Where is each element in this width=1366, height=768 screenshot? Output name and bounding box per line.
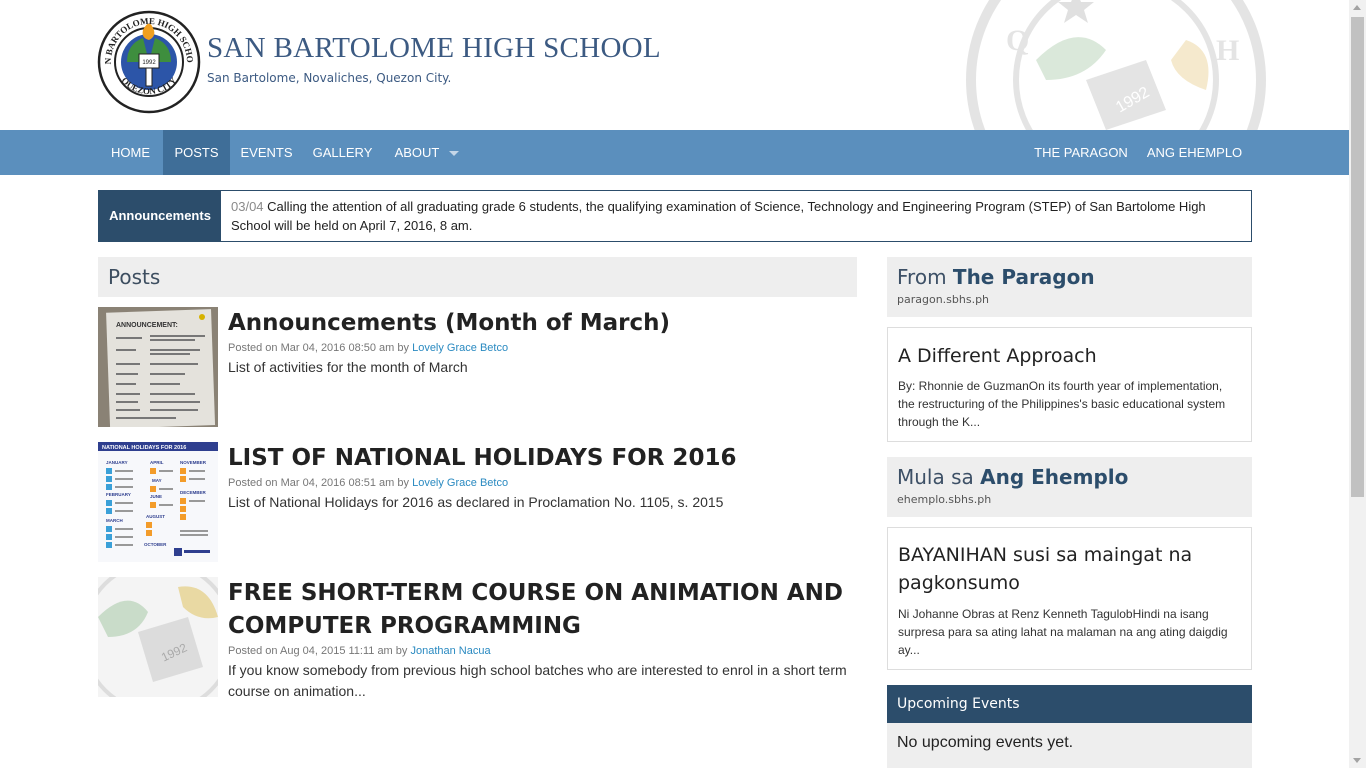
nav-the-paragon-label: THE PARAGON bbox=[1034, 145, 1128, 160]
paragon-article-card: A Different Approach By: Rhonnie de Guzm… bbox=[887, 327, 1252, 442]
post-meta: Posted on Mar 04, 2016 08:50 am by Lovel… bbox=[228, 342, 508, 354]
svg-text:FEBRUARY: FEBRUARY bbox=[106, 492, 131, 497]
chevron-down-icon bbox=[449, 151, 460, 157]
paragon-source-box: From The Paragon paragon.sbhs.ph bbox=[887, 257, 1252, 317]
site-title[interactable]: SAN BARTOLOME HIGH SCHOOL bbox=[207, 32, 661, 65]
nav-about-label: ABOUT bbox=[394, 145, 440, 160]
post-thumbnail[interactable]: ANNOUNCEMENT: bbox=[98, 307, 218, 427]
scroll-up-arrow-icon[interactable] bbox=[1353, 5, 1361, 10]
ehemplo-name: Ang Ehemplo bbox=[980, 465, 1129, 489]
post-author-link[interactable]: Jonathan Nacua bbox=[410, 645, 490, 657]
main-nav: HOME POSTS EVENTS GALLERY ABOUT THE PARA… bbox=[0, 130, 1349, 175]
post-thumbnail[interactable]: 1992 bbox=[98, 577, 218, 697]
svg-text:NATIONAL HOLIDAYS FOR 2016: NATIONAL HOLIDAYS FOR 2016 bbox=[102, 445, 186, 451]
paragon-name: The Paragon bbox=[952, 265, 1095, 289]
svg-text:NOVEMBER: NOVEMBER bbox=[180, 460, 207, 465]
nav-gallery-label: GALLERY bbox=[312, 145, 373, 160]
post-author-link[interactable]: Lovely Grace Betco bbox=[412, 477, 508, 489]
post-meta: Posted on Mar 04, 2016 08:51 am by Lovel… bbox=[228, 477, 508, 489]
svg-text:OCTOBER: OCTOBER bbox=[144, 542, 167, 547]
svg-text:H: H bbox=[1216, 34, 1239, 67]
nav-about[interactable]: ABOUT bbox=[382, 130, 472, 175]
svg-text:1992: 1992 bbox=[142, 60, 156, 66]
holiday-calendar-icon: NATIONAL HOLIDAYS FOR 2016 JANUARY FEBRU… bbox=[98, 442, 218, 562]
post-item: ANNOUNCEMENT: Announcements (Month of Ma… bbox=[98, 307, 857, 427]
post-author-link[interactable]: Lovely Grace Betco bbox=[412, 342, 508, 354]
nav-posts-label: POSTS bbox=[174, 145, 219, 160]
posts-section-header: Posts bbox=[98, 257, 857, 297]
nav-ang-ehemplo[interactable]: ANG EHEMPLO bbox=[1137, 130, 1252, 175]
announcement-label: Announcements bbox=[99, 191, 221, 241]
upcoming-events-heading: Upcoming Events bbox=[897, 696, 1020, 712]
page-scrollbar[interactable] bbox=[1349, 0, 1366, 768]
svg-text:MARCH: MARCH bbox=[106, 518, 123, 523]
ehemplo-prefix: Mula sa bbox=[897, 465, 974, 489]
site-header: Q H 1992 1992 SAN BARTOLOME HIGH SCHOOL … bbox=[0, 0, 1349, 130]
nav-ang-ehemplo-label: ANG EHEMPLO bbox=[1146, 145, 1243, 160]
paragon-prefix: From bbox=[897, 265, 947, 289]
post-item: 1992 FREE SHORT-TERM COURSE ON ANIMATION… bbox=[98, 577, 857, 707]
nav-posts[interactable]: POSTS bbox=[163, 130, 230, 175]
nav-gallery[interactable]: GALLERY bbox=[303, 130, 382, 175]
announcement-text[interactable]: 03/04 Calling the attention of all gradu… bbox=[231, 197, 1231, 235]
nav-events-label: EVENTS bbox=[240, 145, 293, 160]
nav-the-paragon[interactable]: THE PARAGON bbox=[1025, 130, 1137, 175]
ehemplo-article-excerpt: Ni Johanne Obras at Renz Kenneth Tagulob… bbox=[898, 607, 1228, 657]
svg-text:MAY: MAY bbox=[152, 478, 162, 483]
post-date: Posted on Mar 04, 2016 08:50 am by bbox=[228, 342, 410, 354]
posts-heading: Posts bbox=[108, 265, 161, 289]
scrollbar-thumb[interactable] bbox=[1351, 17, 1364, 497]
svg-text:JUNE: JUNE bbox=[150, 494, 162, 499]
post-title[interactable]: LIST OF NATIONAL HOLIDAYS FOR 2016 bbox=[228, 442, 848, 475]
post-thumbnail[interactable]: NATIONAL HOLIDAYS FOR 2016 JANUARY FEBRU… bbox=[98, 442, 218, 562]
ehemplo-source-title[interactable]: Mula sa Ang Ehemplo bbox=[897, 465, 1128, 489]
svg-text:JANUARY: JANUARY bbox=[106, 460, 128, 465]
ehemplo-url[interactable]: ehemplo.sbhs.ph bbox=[897, 493, 991, 506]
announcement-date: 03/04 bbox=[231, 199, 264, 214]
site-tagline: San Bartolome, Novaliches, Quezon City. bbox=[207, 71, 452, 85]
upcoming-events-body: No upcoming events yet. bbox=[887, 723, 1252, 768]
paragon-article-title[interactable]: A Different Approach bbox=[898, 342, 1238, 370]
svg-text:AUGUST: AUGUST bbox=[146, 514, 165, 519]
post-date: Posted on Mar 04, 2016 08:51 am by bbox=[228, 477, 410, 489]
school-seal-icon: 1992 bbox=[98, 577, 218, 697]
post-item: NATIONAL HOLIDAYS FOR 2016 JANUARY FEBRU… bbox=[98, 442, 857, 562]
paragon-url[interactable]: paragon.sbhs.ph bbox=[897, 293, 989, 306]
nav-home-label: HOME bbox=[111, 145, 150, 160]
post-excerpt: List of National Holidays for 2016 as de… bbox=[228, 494, 724, 510]
post-excerpt: List of activities for the month of Marc… bbox=[228, 359, 468, 375]
post-title[interactable]: Announcements (Month of March) bbox=[228, 307, 848, 340]
post-title[interactable]: FREE SHORT-TERM COURSE ON ANIMATION AND … bbox=[228, 577, 848, 643]
nav-home[interactable]: HOME bbox=[98, 130, 163, 175]
paragon-source-title[interactable]: From The Paragon bbox=[897, 265, 1095, 289]
post-date: Posted on Aug 04, 2015 11:11 am by bbox=[228, 645, 408, 657]
announcement-message: Calling the attention of all graduating … bbox=[231, 199, 1206, 233]
scroll-down-arrow-icon[interactable] bbox=[1353, 758, 1361, 763]
svg-text:ANNOUNCEMENT:: ANNOUNCEMENT: bbox=[116, 322, 178, 329]
post-excerpt: If you know somebody from previous high … bbox=[228, 662, 847, 699]
seal-watermark: Q H 1992 bbox=[966, 0, 1266, 130]
school-logo: 1992 SAN BARTOLOME HIGH SCHOOL QUEZON CI… bbox=[97, 10, 201, 114]
announcement-photo-icon: ANNOUNCEMENT: bbox=[98, 307, 218, 427]
svg-text:Q: Q bbox=[1006, 24, 1029, 57]
no-events-message: No upcoming events yet. bbox=[897, 734, 1074, 751]
ehemplo-article-title[interactable]: BAYANIHAN susi sa maingat na pagkonsumo bbox=[898, 541, 1238, 597]
ehemplo-article-card: BAYANIHAN susi sa maingat na pagkonsumo … bbox=[887, 527, 1252, 670]
paragon-article-excerpt: By: Rhonnie de GuzmanOn its fourth year … bbox=[898, 379, 1226, 429]
post-meta: Posted on Aug 04, 2015 11:11 am by Jonat… bbox=[228, 645, 491, 657]
upcoming-events-header: Upcoming Events bbox=[887, 685, 1252, 723]
nav-events[interactable]: EVENTS bbox=[230, 130, 303, 175]
announcement-bar: Announcements 03/04 Calling the attentio… bbox=[98, 190, 1252, 242]
svg-text:DECEMBER: DECEMBER bbox=[180, 490, 207, 495]
ehemplo-source-box: Mula sa Ang Ehemplo ehemplo.sbhs.ph bbox=[887, 457, 1252, 517]
svg-text:APRIL: APRIL bbox=[150, 460, 164, 465]
